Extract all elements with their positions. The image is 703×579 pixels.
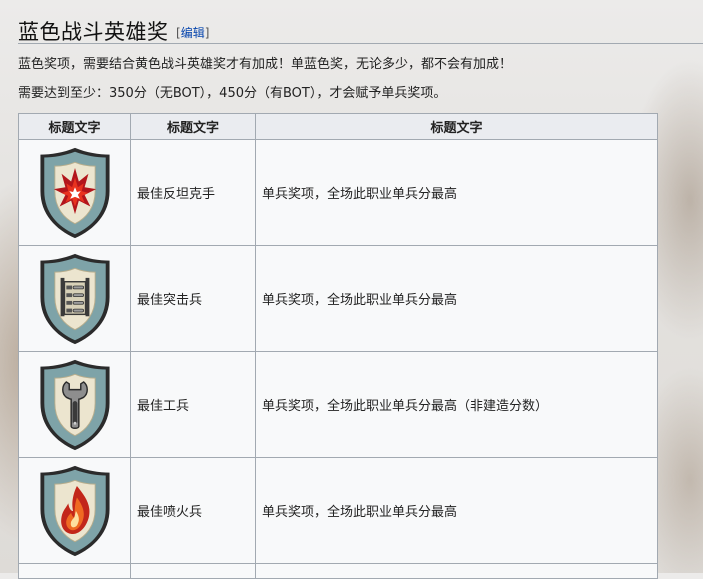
- table-row: 最佳喷火兵 单兵奖项，全场此职业单兵分最高: [18, 457, 658, 564]
- icon-cell: [18, 139, 131, 246]
- award-name: 最佳喷火兵: [130, 457, 256, 564]
- requirement-paragraph: 需要达到至少：350分（无BOT），450分（有BOT），才会赋予单兵奖项。: [18, 86, 447, 101]
- page: 蓝色战斗英雄奖 [编辑] 蓝色奖项，需要结合黄色战斗英雄奖才有加成！单蓝色奖，无…: [0, 0, 703, 579]
- ammo-shield-icon: [39, 253, 110, 344]
- icon-cell: [18, 563, 131, 579]
- section-title: 蓝色战斗英雄奖: [18, 20, 169, 44]
- award-description: 单兵奖项，全场此职业单兵分最高（非建造分数）: [255, 351, 658, 458]
- icon-cell: [18, 351, 131, 458]
- award-name: [130, 563, 256, 579]
- flame-shield-icon: [39, 465, 110, 556]
- award-name: 最佳突击兵: [130, 245, 256, 352]
- icon-cell: [18, 457, 131, 564]
- table-header-row: 标题文字 标题文字 标题文字: [18, 113, 658, 140]
- wrench-shield-icon: [39, 359, 110, 450]
- header-desc-column: 标题文字: [255, 113, 658, 140]
- edit-bracket-close: ]: [204, 26, 210, 40]
- table-row: 最佳突击兵 单兵奖项，全场此职业单兵分最高: [18, 245, 658, 352]
- table-row-partial: [18, 563, 658, 579]
- section-heading: 蓝色战斗英雄奖 [编辑]: [18, 10, 703, 44]
- award-description: 单兵奖项，全场此职业单兵分最高: [255, 457, 658, 564]
- icon-cell: [18, 245, 131, 352]
- table-row: 最佳反坦克手 单兵奖项，全场此职业单兵分最高: [18, 139, 658, 246]
- award-description: [255, 563, 658, 579]
- award-name: 最佳工兵: [130, 351, 256, 458]
- awards-table: 标题文字 标题文字 标题文字 最佳反坦克手 单兵奖项，全场此职业单兵分最高 最佳…: [18, 113, 658, 579]
- award-description: 单兵奖项，全场此职业单兵分最高: [255, 245, 658, 352]
- award-name: 最佳反坦克手: [130, 139, 256, 246]
- intro-paragraph: 蓝色奖项，需要结合黄色战斗英雄奖才有加成！单蓝色奖，无论多少，都不会有加成！: [18, 57, 513, 72]
- award-description: 单兵奖项，全场此职业单兵分最高: [255, 139, 658, 246]
- header-icon-column: 标题文字: [18, 113, 131, 140]
- edit-link[interactable]: 编辑: [181, 26, 205, 40]
- edit-section: [编辑]: [176, 24, 209, 41]
- table-row: 最佳工兵 单兵奖项，全场此职业单兵分最高（非建造分数）: [18, 351, 658, 458]
- explosion-shield-icon: [39, 147, 110, 238]
- header-name-column: 标题文字: [130, 113, 256, 140]
